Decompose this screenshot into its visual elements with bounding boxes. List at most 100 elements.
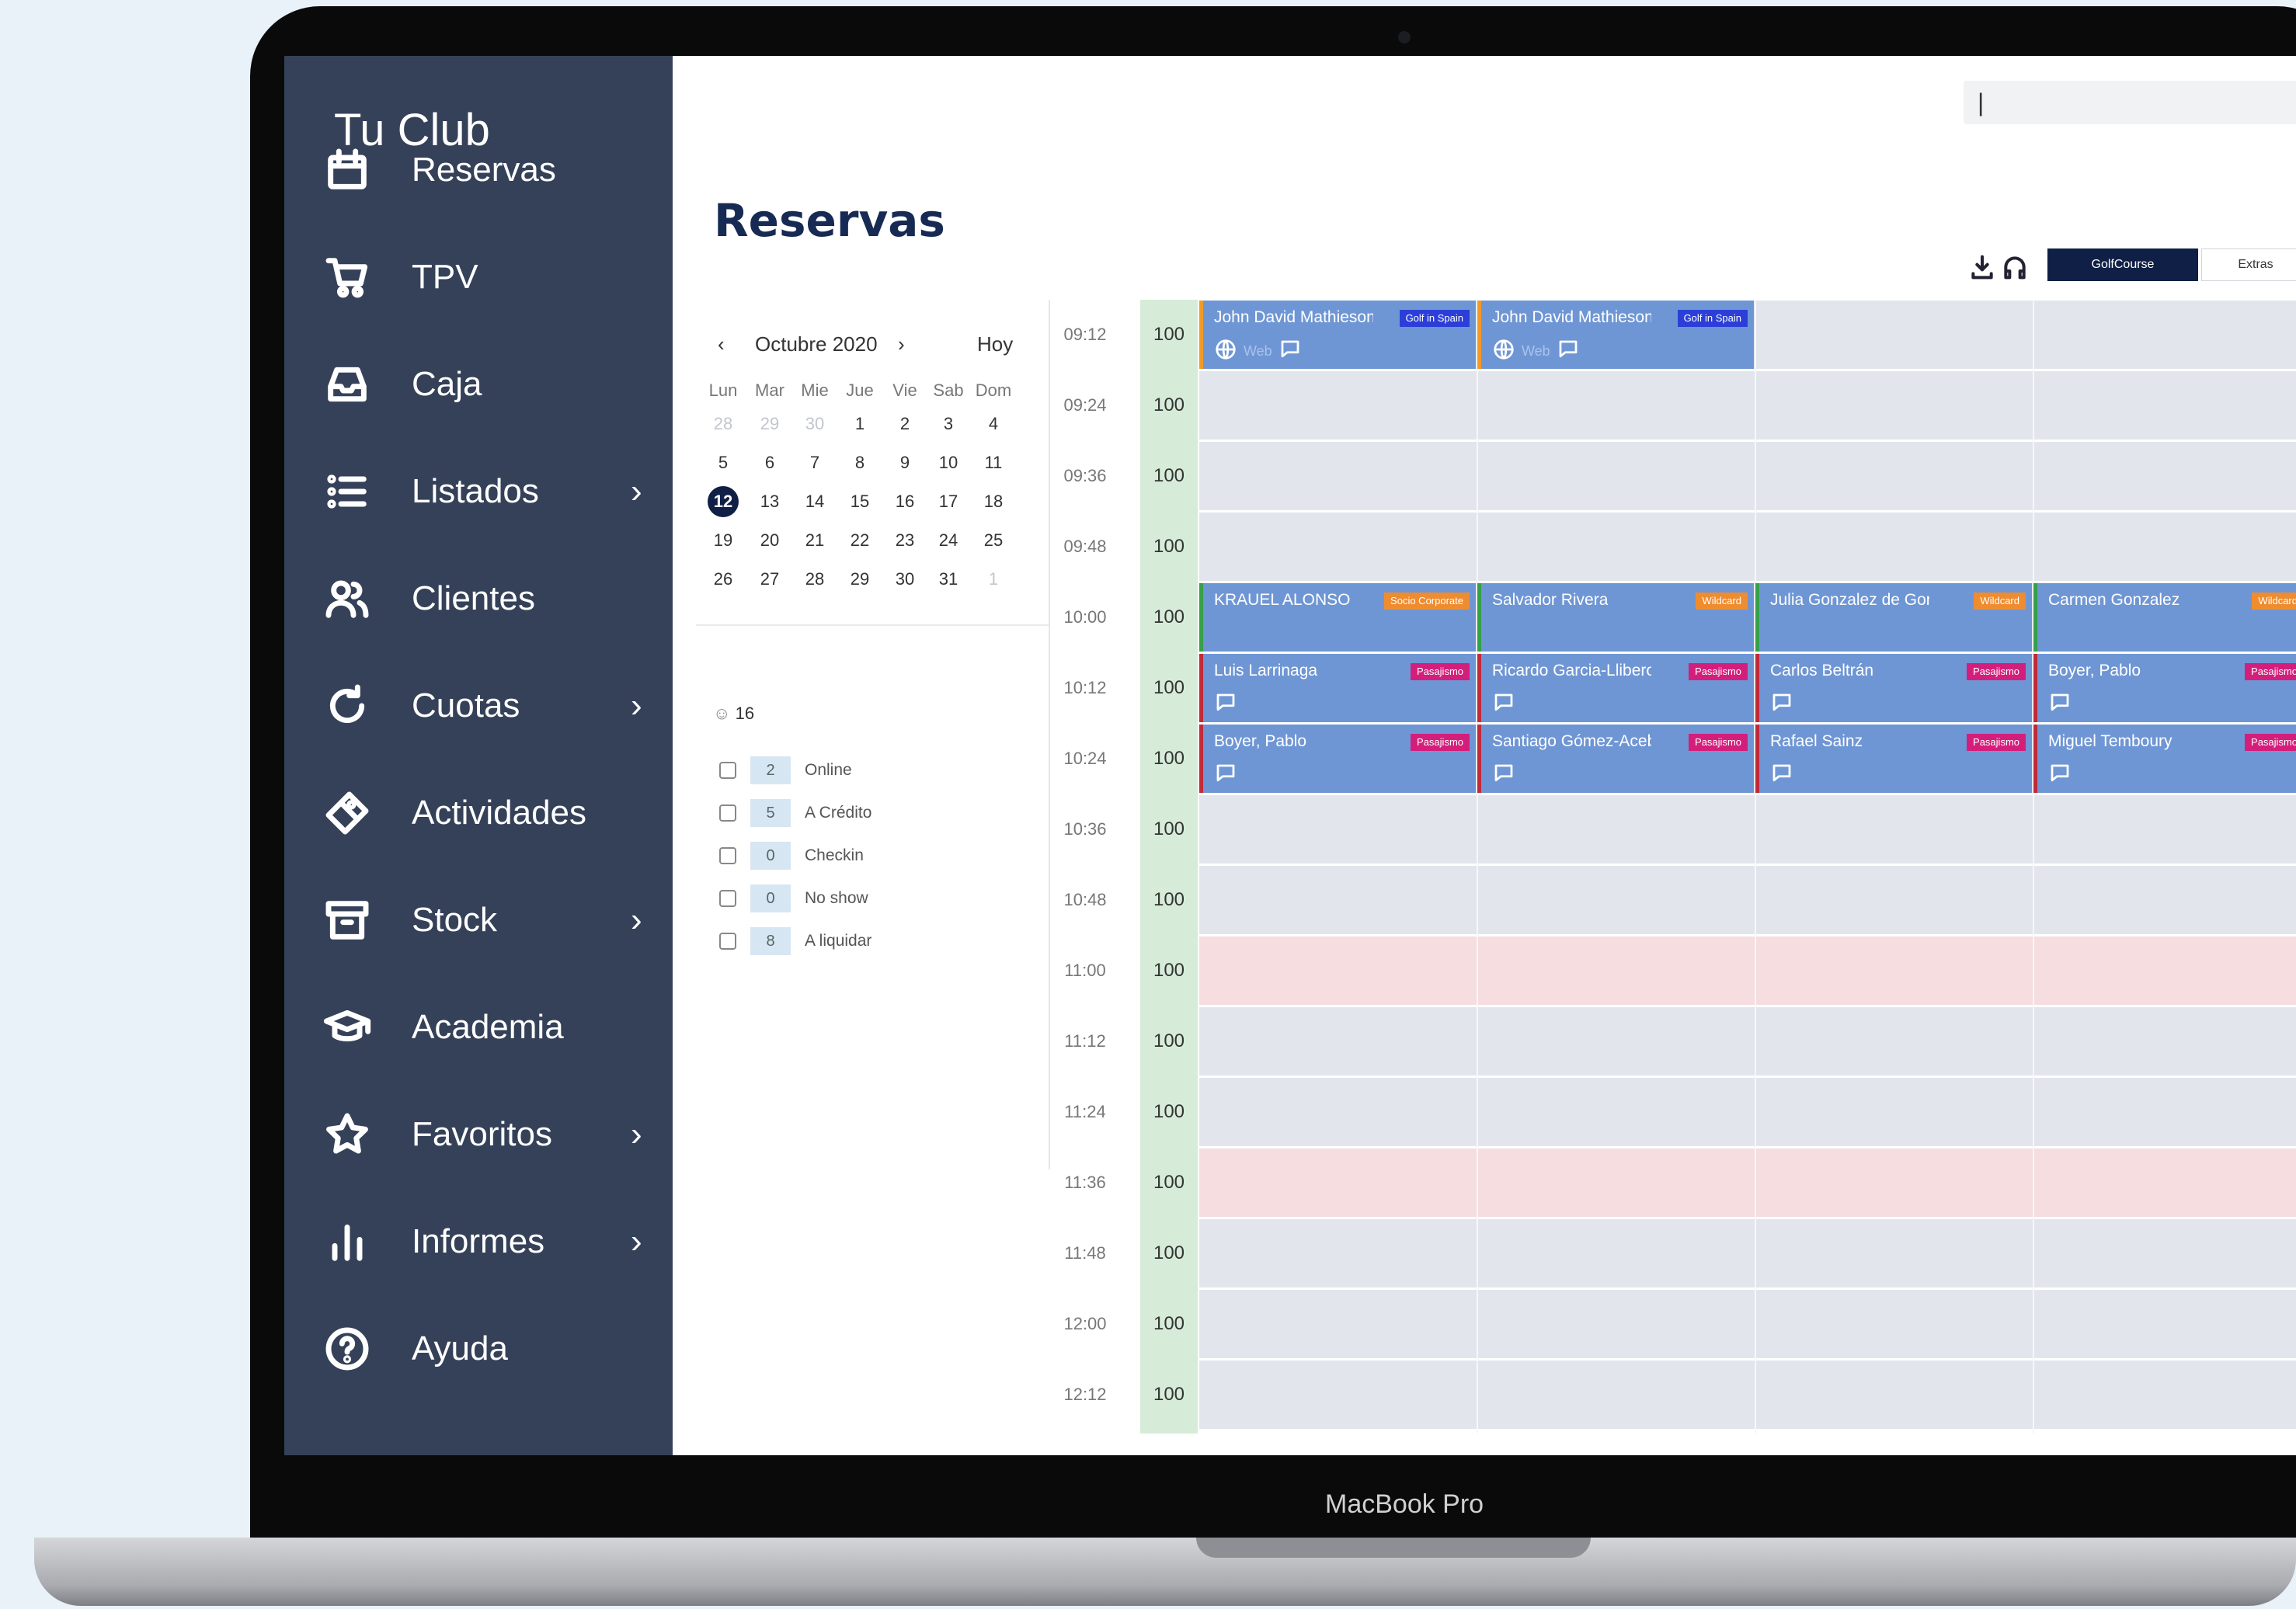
calendar-day[interactable]: 14 <box>795 486 834 517</box>
calendar-day[interactable]: 28 <box>795 564 834 595</box>
filter-checkbox[interactable] <box>719 804 736 822</box>
calendar-day[interactable]: 6 <box>750 447 789 478</box>
sidebar-item-cuotas[interactable]: Cuotas › <box>284 663 673 749</box>
booking-card[interactable]: Luis Larrinaga Pasajismo <box>1199 654 1476 722</box>
booking-card[interactable]: John David Mathieson Golf in Spain Web <box>1199 301 1476 369</box>
calendar-day[interactable]: 28 <box>704 408 743 440</box>
calendar-day[interactable]: 26 <box>704 564 743 595</box>
calendar-day[interactable]: 29 <box>750 408 789 440</box>
calendar-day[interactable]: 8 <box>840 447 879 478</box>
booking-player-name: Miguel Temboury <box>2048 732 2173 750</box>
tee-time-row[interactable] <box>1199 513 2296 581</box>
booking-card[interactable]: Carlos Beltrán Pasajismo <box>1755 654 2032 722</box>
calendar-day[interactable]: 24 <box>929 525 968 556</box>
tee-time-row[interactable] <box>1199 1361 2296 1429</box>
users-icon <box>320 572 374 626</box>
booking-card[interactable]: Ricardo Garcia-Lliberos Pasajismo <box>1477 654 1754 722</box>
calendar-day[interactable]: 7 <box>795 447 834 478</box>
calendar-day[interactable]: 3 <box>929 408 968 440</box>
booking-tag: Pasajismo <box>2245 734 2296 751</box>
tee-time-row[interactable] <box>1199 866 2296 934</box>
sidebar-item-listados[interactable]: Listados › <box>284 449 673 534</box>
calendar-day-selected[interactable]: 12 <box>704 486 743 517</box>
month-label: Octubre 2020 <box>755 332 878 356</box>
tee-time-row[interactable] <box>1199 1149 2296 1217</box>
weekday-label: Lun <box>708 381 738 400</box>
tee-time-row[interactable] <box>1199 1219 2296 1288</box>
calendar-day[interactable]: 4 <box>974 408 1013 440</box>
tee-time-row[interactable] <box>1199 1007 2296 1076</box>
booking-card[interactable]: Rafael Sainz Pasajismo <box>1755 725 2032 793</box>
calendar-day[interactable]: 21 <box>795 525 834 556</box>
calendar-day[interactable]: 31 <box>929 564 968 595</box>
next-month-button[interactable]: › <box>898 332 905 356</box>
tee-time-row[interactable] <box>1199 795 2296 864</box>
tab-extras[interactable]: Extras <box>2201 248 2296 281</box>
tee-time-row[interactable] <box>1199 937 2296 1005</box>
prev-month-button[interactable]: ‹ <box>718 332 725 356</box>
calendar-day[interactable]: 16 <box>885 486 924 517</box>
calendar-day[interactable]: 25 <box>974 525 1013 556</box>
list-icon <box>320 464 374 519</box>
filter-checkbox[interactable] <box>719 847 736 864</box>
calendar-day[interactable]: 17 <box>929 486 968 517</box>
booking-card[interactable]: Miguel Temboury Pasajismo <box>2033 725 2296 793</box>
download-icon[interactable] <box>1967 252 1998 283</box>
today-button[interactable]: Hoy <box>977 332 1013 356</box>
tee-time-row[interactable] <box>1199 442 2296 510</box>
calendar-day[interactable]: 20 <box>750 525 789 556</box>
filter-row[interactable]: 0 No show <box>719 883 868 914</box>
booking-card[interactable]: Boyer, Pablo Pasajismo <box>2033 654 2296 722</box>
booking-card[interactable]: Salvador Rivera Wildcard <box>1477 583 1754 652</box>
calendar-day[interactable]: 1 <box>974 564 1013 595</box>
sidebar-item-actividades[interactable]: Actividades <box>284 770 673 856</box>
calendar-day[interactable]: 1 <box>840 408 879 440</box>
comment-icon <box>1492 691 1515 718</box>
sidebar-item-informes[interactable]: Informes › <box>284 1199 673 1284</box>
booking-card[interactable]: Boyer, Pablo Pasajismo <box>1199 725 1476 793</box>
headset-icon[interactable] <box>1999 252 2030 283</box>
calendar-day[interactable]: 19 <box>704 525 743 556</box>
filter-checkbox[interactable] <box>719 890 736 907</box>
filter-row[interactable]: 5 A Crédito <box>719 798 871 829</box>
calendar-day[interactable]: 30 <box>885 564 924 595</box>
time-slot-label: 10:36 <box>1063 819 1107 839</box>
tab-golfcourse[interactable]: GolfCourse <box>2047 248 2198 281</box>
booking-card[interactable]: Julia Gonzalez de Gor Wildcard <box>1755 583 2032 652</box>
calendar-day[interactable]: 9 <box>885 447 924 478</box>
calendar-day[interactable]: 5 <box>704 447 743 478</box>
calendar-day[interactable]: 15 <box>840 486 879 517</box>
filter-row[interactable]: 8 A liquidar <box>719 926 871 957</box>
calendar-day[interactable]: 29 <box>840 564 879 595</box>
sidebar-item-caja[interactable]: Caja <box>284 342 673 427</box>
tee-time-row[interactable] <box>1199 1290 2296 1358</box>
sidebar-item-favoritos[interactable]: Favoritos › <box>284 1092 673 1177</box>
sidebar-item-stock[interactable]: Stock › <box>284 877 673 963</box>
booking-card[interactable]: Santiago Gómez-Acebo Pasajismo <box>1477 725 1754 793</box>
calendar-day[interactable]: 13 <box>750 486 789 517</box>
calendar-day[interactable]: 27 <box>750 564 789 595</box>
booking-card[interactable]: KRAUEL ALONSO Socio Corporate <box>1199 583 1476 652</box>
calendar-day[interactable]: 30 <box>795 408 834 440</box>
sidebar-item-academia[interactable]: Academia <box>284 985 673 1070</box>
sidebar-item-ayuda[interactable]: Ayuda <box>284 1306 673 1392</box>
booking-card[interactable]: John David Mathieson Golf in Spain Web <box>1477 301 1754 369</box>
booking-card[interactable]: Carmen Gonzalez Wildcard <box>2033 583 2296 652</box>
calendar-day[interactable]: 10 <box>929 447 968 478</box>
calendar-day[interactable]: 11 <box>974 447 1013 478</box>
filter-checkbox[interactable] <box>719 933 736 950</box>
tee-time-row[interactable] <box>1199 1078 2296 1146</box>
filter-row[interactable]: 0 Checkin <box>719 840 864 871</box>
sidebar-item-clientes[interactable]: Clientes <box>284 556 673 641</box>
tee-time-row[interactable] <box>1199 371 2296 440</box>
filter-checkbox[interactable] <box>719 762 736 779</box>
calendar-day[interactable]: 23 <box>885 525 924 556</box>
sidebar-item-reservas[interactable]: Reservas <box>284 127 673 213</box>
calendar-day[interactable]: 18 <box>974 486 1013 517</box>
capacity-value: 100 <box>1153 748 1185 769</box>
search-input[interactable]: | <box>1964 81 2296 124</box>
filter-row[interactable]: 2 Online <box>719 755 852 786</box>
calendar-day[interactable]: 2 <box>885 408 924 440</box>
sidebar-item-tpv[interactable]: TPV <box>284 235 673 320</box>
calendar-day[interactable]: 22 <box>840 525 879 556</box>
